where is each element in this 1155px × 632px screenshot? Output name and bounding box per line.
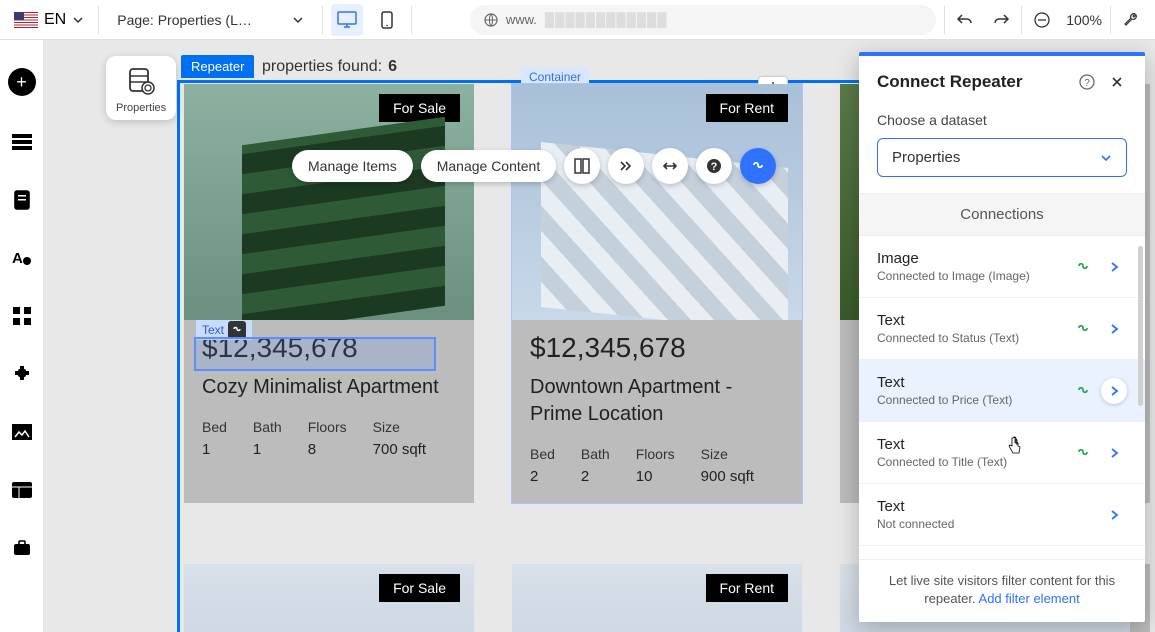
svg-text:A: A [12, 250, 23, 267]
connection-subtitle: Connected to Image (Image) [877, 269, 1065, 283]
connection-subtitle: Connected to Price (Text) [877, 393, 1065, 407]
property-card[interactable]: For Rent $12,345,678 Downtown Apartment … [512, 84, 802, 503]
status-badge: For Rent [706, 94, 788, 122]
property-card[interactable]: For Sale $12,345,678 Cozy Minimalist Apa… [184, 84, 474, 503]
connection-item[interactable]: Text Connected to Price (Text) [859, 360, 1145, 422]
connection-item[interactable]: Text Connected to Status (Text) [859, 298, 1145, 360]
status-badge: For Sale [379, 574, 460, 602]
chevron-right-icon [1101, 440, 1127, 466]
connection-title: Text [877, 436, 1065, 453]
connect-data-button[interactable] [740, 148, 776, 184]
property-title: Downtown Apartment - Prime Location [530, 374, 784, 428]
mobile-view-button[interactable] [371, 4, 403, 36]
desktop-view-button[interactable] [331, 4, 363, 36]
add-filter-link[interactable]: Add filter element [979, 591, 1080, 606]
svg-text:?: ? [1084, 78, 1090, 89]
dataset-value: Properties [892, 149, 960, 166]
globe-icon [484, 13, 498, 27]
repeater-tag[interactable]: Repeater [181, 55, 254, 78]
chevron-down-icon [292, 14, 304, 26]
panel-footer: Let live site visitors filter content fo… [859, 559, 1145, 622]
media-icon[interactable] [10, 420, 34, 444]
pages-icon[interactable] [10, 188, 34, 212]
connection-title: Image [877, 250, 1065, 267]
property-title: Cozy Minimalist Apartment [202, 374, 456, 401]
connections-heading: Connections [859, 193, 1145, 236]
redo-button[interactable] [985, 4, 1017, 36]
undo-button[interactable] [949, 4, 981, 36]
property-card[interactable]: For Rent [512, 564, 802, 632]
chevron-right-icon [1101, 378, 1127, 404]
left-toolbar: + A [0, 40, 44, 632]
manage-content-button[interactable]: Manage Content [421, 150, 557, 182]
dataset-chip[interactable]: Properties [106, 56, 176, 120]
sections-icon[interactable] [10, 130, 34, 154]
connection-title: Text [877, 374, 1065, 391]
business-icon[interactable] [10, 536, 34, 560]
language-code: EN [44, 11, 66, 29]
dataset-chip-label: Properties [116, 102, 166, 114]
layout-button[interactable] [564, 148, 600, 184]
apps-icon[interactable] [10, 304, 34, 328]
connection-subtitle: Connected to Title (Text) [877, 455, 1065, 469]
property-image: For Rent [512, 564, 802, 632]
add-button[interactable]: + [8, 68, 36, 96]
dataset-dropdown[interactable]: Properties [877, 138, 1127, 177]
linked-icon [1075, 445, 1091, 461]
manage-items-button[interactable]: Manage Items [292, 150, 413, 182]
page-label: Page: Properties (L… [117, 12, 252, 28]
help-button[interactable]: ? [696, 148, 732, 184]
connection-title: Text [877, 312, 1065, 329]
status-badge: For Rent [706, 574, 788, 602]
linked-icon [1075, 321, 1091, 337]
animation-button[interactable] [608, 148, 644, 184]
property-image: For Sale [184, 564, 474, 632]
chevron-right-icon [1101, 316, 1127, 342]
editor-canvas: properties found:6 Properties Repeater C… [44, 40, 1155, 632]
url-prefix: www. [506, 12, 537, 27]
tools-button[interactable] [1115, 4, 1147, 36]
connection-item[interactable]: Text Not connected [859, 484, 1145, 546]
scrollbar[interactable] [1138, 246, 1143, 406]
connection-subtitle: Not connected [877, 517, 1091, 531]
zoom-label: 100% [1062, 12, 1106, 28]
property-price: $12,345,678 [530, 332, 784, 364]
flag-icon [14, 12, 38, 28]
linked-icon [1075, 383, 1091, 399]
language-selector[interactable]: EN [8, 11, 90, 29]
connection-subtitle: Connected to Status (Text) [877, 331, 1065, 345]
property-image: For Rent [512, 84, 802, 320]
help-icon[interactable]: ? [1077, 72, 1097, 92]
chevron-right-icon [1101, 502, 1127, 528]
linked-icon [1075, 259, 1091, 275]
stretch-button[interactable] [652, 148, 688, 184]
property-image: For Sale [184, 84, 474, 320]
top-bar: EN Page: Properties (L… www. ███████████… [0, 0, 1155, 40]
connection-item[interactable]: Text Connected to Title (Text) [859, 422, 1145, 484]
url-bar[interactable]: www. ████████████ [470, 5, 936, 35]
chevron-down-icon [72, 14, 84, 26]
cms-icon[interactable] [10, 478, 34, 502]
connection-title: Text [877, 498, 1091, 515]
url-blurred: ████████████ [545, 12, 668, 27]
price-selection-box [194, 337, 436, 371]
theme-icon[interactable]: A [10, 246, 34, 270]
zoom-out-button[interactable] [1026, 4, 1058, 36]
plugins-icon[interactable] [10, 362, 34, 386]
connections-list: Image Connected to Image (Image) Text Co… [859, 236, 1145, 559]
connection-item[interactable]: Image Connected to Image (Image) [859, 236, 1145, 298]
chevron-down-icon [1100, 152, 1112, 164]
connect-repeater-panel: Connect Repeater ? Choose a dataset Prop… [859, 52, 1145, 622]
svg-text:?: ? [711, 161, 718, 173]
database-icon [124, 64, 158, 98]
status-badge: For Sale [379, 94, 460, 122]
element-toolbar: Manage Items Manage Content ? [292, 148, 776, 184]
chevron-right-icon [1101, 254, 1127, 280]
page-selector[interactable]: Page: Properties (L… [107, 12, 314, 28]
choose-dataset-label: Choose a dataset [877, 112, 1127, 128]
close-icon[interactable] [1107, 72, 1127, 92]
results-count: properties found:6 [262, 58, 397, 76]
property-card[interactable]: For Sale [184, 564, 474, 632]
panel-title: Connect Repeater [877, 72, 1067, 92]
